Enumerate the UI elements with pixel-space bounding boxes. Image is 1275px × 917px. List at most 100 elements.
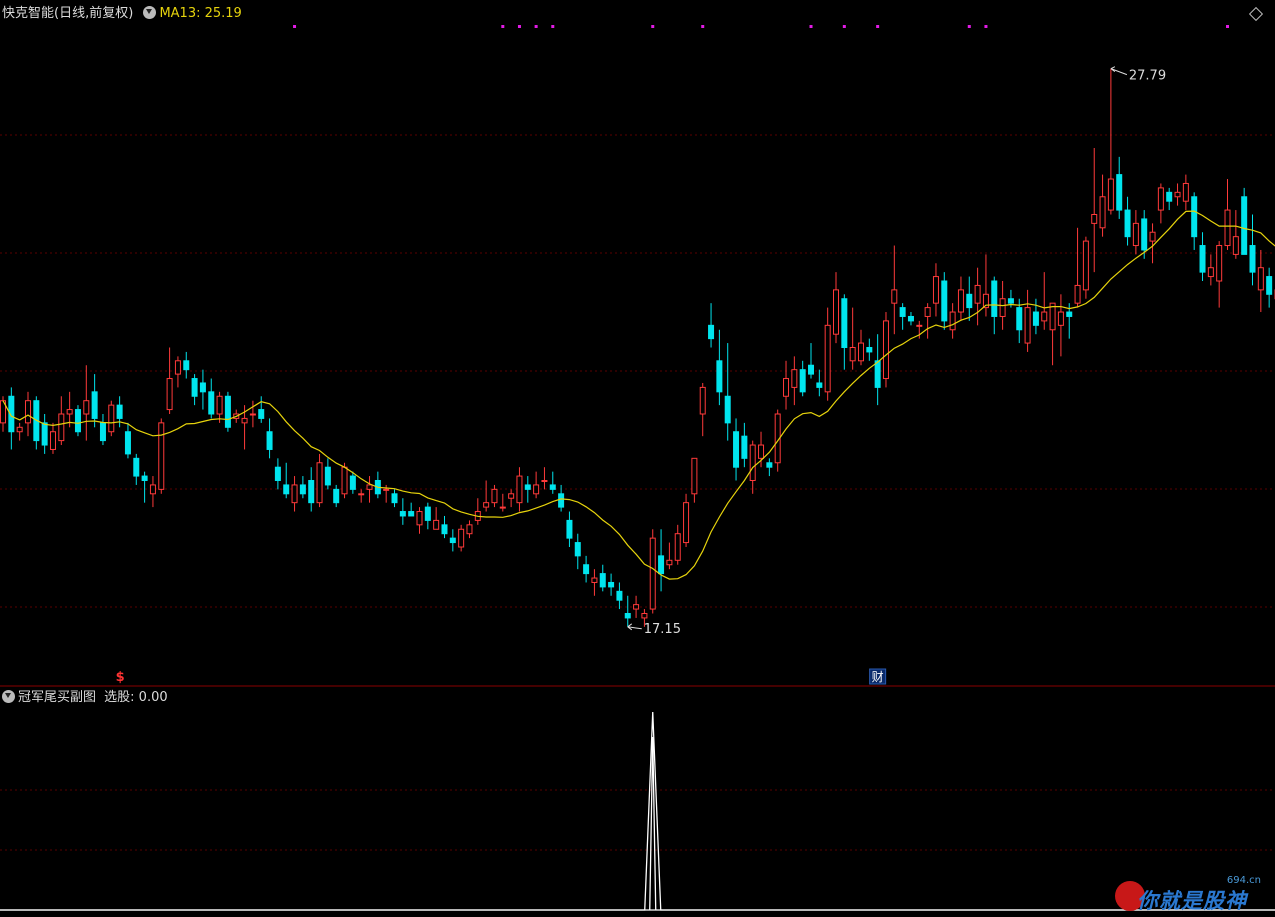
candle-body bbox=[291, 484, 298, 504]
candle-body bbox=[733, 431, 740, 468]
candle-body bbox=[741, 435, 748, 459]
candle-body bbox=[183, 360, 190, 371]
candle-body bbox=[533, 484, 540, 495]
candle-body bbox=[91, 391, 98, 419]
candle-body bbox=[1091, 214, 1098, 224]
candle-body bbox=[349, 475, 356, 490]
candle-body bbox=[1157, 187, 1164, 211]
candle-body bbox=[499, 506, 506, 509]
candle-body bbox=[899, 307, 906, 317]
event-dot bbox=[842, 25, 846, 28]
candle-body bbox=[1232, 236, 1239, 255]
candle-body bbox=[891, 289, 898, 304]
candle-body bbox=[1191, 196, 1198, 238]
candle-body bbox=[383, 488, 390, 491]
candle-body bbox=[932, 276, 939, 304]
s-marker: $ bbox=[116, 670, 125, 685]
event-dot bbox=[967, 25, 971, 28]
candle-body bbox=[83, 400, 90, 415]
candle-body bbox=[849, 347, 856, 362]
event-dot bbox=[293, 25, 297, 28]
candle-body bbox=[66, 409, 73, 415]
candle-body bbox=[999, 298, 1006, 317]
candle-body bbox=[16, 426, 23, 433]
candle-body bbox=[341, 466, 348, 495]
dropdown-icon[interactable] bbox=[143, 6, 157, 19]
candle-body bbox=[991, 280, 998, 317]
candle-body bbox=[683, 502, 690, 544]
candle-body bbox=[1132, 222, 1139, 247]
candle-body bbox=[758, 444, 765, 459]
candle-body bbox=[1016, 307, 1023, 331]
candle-body bbox=[508, 493, 515, 499]
candle-body bbox=[149, 484, 156, 495]
candle-body bbox=[1224, 209, 1231, 247]
candle-body bbox=[266, 431, 273, 450]
candle-body bbox=[724, 395, 731, 424]
candle-body bbox=[1116, 174, 1123, 211]
candle-body bbox=[1174, 191, 1181, 198]
candle-body bbox=[857, 342, 864, 362]
candle-body bbox=[566, 519, 573, 539]
candle-body bbox=[1082, 240, 1089, 291]
candle-body bbox=[949, 311, 956, 331]
candle-body bbox=[624, 613, 631, 619]
candle-body bbox=[766, 462, 773, 468]
candle-body bbox=[824, 324, 831, 393]
event-markers bbox=[293, 25, 1230, 28]
candle-body bbox=[408, 511, 415, 517]
candle-body bbox=[41, 422, 48, 446]
candle-series bbox=[0, 68, 1275, 627]
candle-body bbox=[524, 484, 531, 490]
candle-body bbox=[666, 559, 673, 566]
indicator-dropdown-icon[interactable] bbox=[2, 690, 15, 703]
candle-body bbox=[1141, 218, 1148, 251]
candle-body bbox=[957, 289, 964, 313]
candle-body bbox=[633, 604, 640, 610]
candle-body bbox=[108, 404, 115, 433]
candle-body bbox=[866, 347, 873, 353]
chart-canvas[interactable]: 27.79 17.15 $ 财 bbox=[0, 0, 1275, 917]
candle-body bbox=[24, 400, 31, 424]
candle-body bbox=[116, 404, 123, 419]
candle-body bbox=[258, 409, 265, 419]
candle-body bbox=[708, 324, 715, 340]
candle-body bbox=[208, 391, 215, 415]
candle-body bbox=[449, 537, 456, 544]
event-dot bbox=[501, 25, 505, 28]
candle-body bbox=[691, 457, 698, 495]
candle-body bbox=[816, 382, 823, 388]
candle-body bbox=[466, 524, 473, 535]
candle-body bbox=[333, 488, 340, 504]
candle-body bbox=[882, 320, 889, 380]
event-dot bbox=[551, 25, 555, 28]
candle-body bbox=[249, 413, 256, 416]
candle-body bbox=[441, 524, 448, 535]
candle-body bbox=[941, 280, 948, 322]
candle-body bbox=[1124, 209, 1131, 238]
candle-body bbox=[699, 386, 706, 415]
candle-body bbox=[141, 475, 148, 482]
event-dot bbox=[651, 25, 655, 28]
candle-body bbox=[49, 431, 56, 450]
candle-body bbox=[591, 577, 598, 583]
candle-body bbox=[1149, 231, 1156, 242]
finance-marker[interactable]: 财 bbox=[869, 668, 887, 685]
candle-body bbox=[241, 417, 248, 424]
period-label: (日线,前复权) bbox=[54, 6, 134, 21]
candle-body bbox=[316, 462, 323, 504]
candle-body bbox=[616, 590, 623, 601]
candle-body bbox=[1099, 196, 1106, 229]
candle-body bbox=[799, 369, 806, 393]
low-price-arrow bbox=[627, 623, 642, 631]
candle-body bbox=[133, 457, 140, 477]
candle-body bbox=[808, 364, 815, 375]
candle-body bbox=[649, 537, 656, 610]
candle-body bbox=[216, 395, 223, 415]
candle-body bbox=[516, 475, 523, 504]
event-dot bbox=[701, 25, 705, 28]
event-dot bbox=[809, 25, 813, 28]
candle-body bbox=[641, 613, 648, 619]
finance-marker-label: 财 bbox=[872, 670, 884, 684]
candle-body bbox=[1074, 284, 1081, 304]
